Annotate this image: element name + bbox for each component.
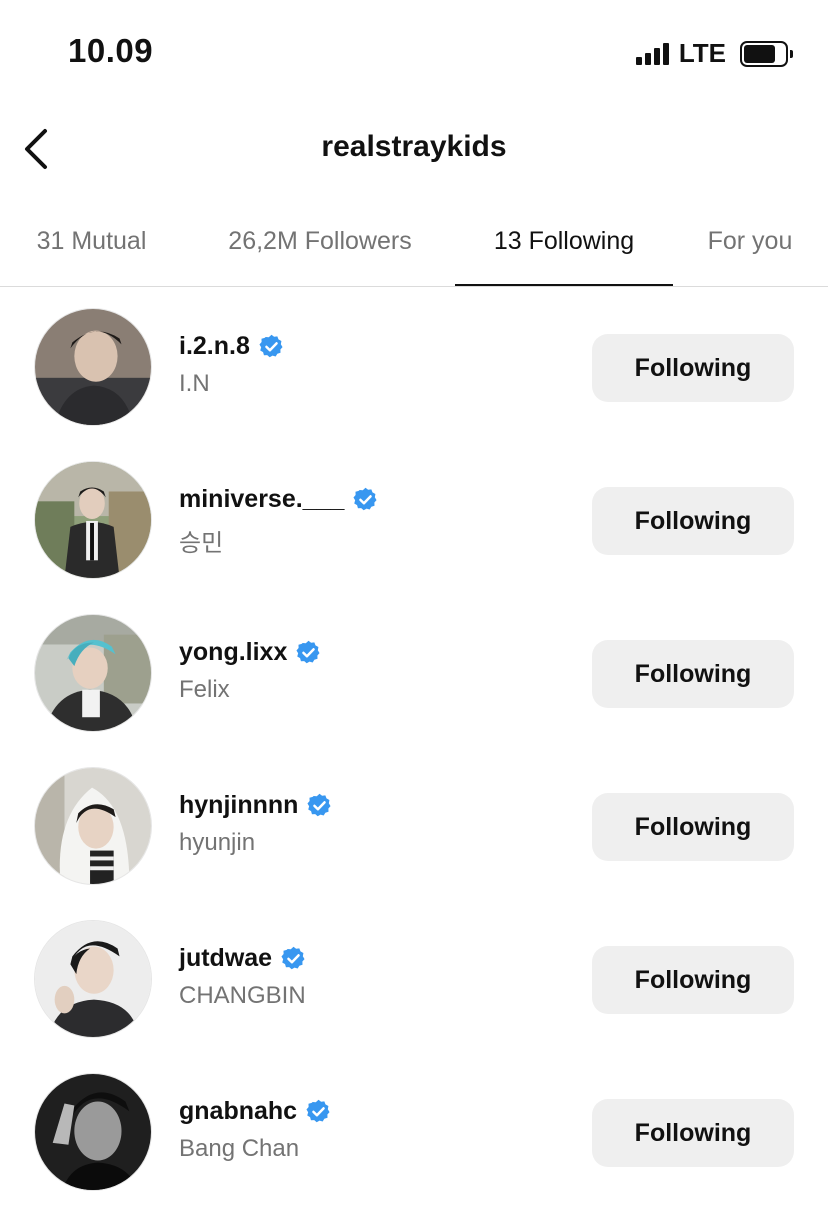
status-time: 10.09 bbox=[68, 32, 154, 69]
following-button[interactable]: Following bbox=[592, 1099, 794, 1167]
avatar-photo bbox=[35, 462, 151, 578]
username[interactable]: i.2.n.8 bbox=[179, 332, 250, 361]
list-item[interactable]: hynjinnnn hyunjin Following bbox=[0, 749, 828, 902]
full-name: Felix bbox=[179, 676, 230, 703]
full-name: I.N bbox=[179, 370, 210, 397]
username-line: gnabnahc bbox=[179, 1097, 332, 1126]
avatar-photo bbox=[35, 309, 151, 425]
list-item[interactable]: miniverse.___ 승민 Following bbox=[0, 443, 828, 596]
tab-followers[interactable]: 26,2M Followers bbox=[196, 210, 444, 286]
verified-badge-icon bbox=[353, 487, 377, 511]
signal-icon bbox=[635, 42, 669, 65]
username-line: yong.lixx bbox=[179, 638, 322, 667]
list-item[interactable]: jutdwae CHANGBIN Following bbox=[0, 902, 828, 1055]
username[interactable]: miniverse.___ bbox=[179, 485, 344, 514]
full-name: CHANGBIN bbox=[179, 982, 306, 1009]
full-name: 승민 bbox=[179, 530, 224, 557]
verified-badge-icon bbox=[306, 1099, 330, 1123]
username[interactable]: gnabnahc bbox=[179, 1097, 297, 1126]
list-item[interactable]: gnabnahc Bang Chan Following bbox=[0, 1055, 828, 1208]
avatar[interactable] bbox=[34, 614, 152, 732]
list-item[interactable]: i.2.n.8 I.N Following bbox=[0, 290, 828, 443]
tab-label: 13 Following bbox=[493, 227, 635, 255]
username[interactable]: yong.lixx bbox=[179, 638, 287, 667]
active-tab-indicator bbox=[455, 284, 673, 286]
username[interactable]: hynjinnnn bbox=[179, 791, 298, 820]
page-title: realstraykids bbox=[321, 130, 507, 163]
list-item[interactable]: yong.lixx Felix Following bbox=[0, 596, 828, 749]
avatar[interactable] bbox=[34, 461, 152, 579]
verified-badge-icon bbox=[281, 946, 305, 970]
tab-label: For you bbox=[707, 227, 793, 255]
tab-label: 31 Mutual bbox=[36, 227, 147, 255]
avatar-photo bbox=[35, 1074, 151, 1190]
username[interactable]: jutdwae bbox=[179, 944, 272, 973]
tab-mutual[interactable]: 31 Mutual bbox=[0, 210, 183, 286]
avatar-photo bbox=[35, 615, 151, 731]
tab-label: 26,2M Followers bbox=[228, 227, 412, 255]
status-indicators: LTE bbox=[635, 38, 793, 69]
verified-badge-icon bbox=[296, 640, 320, 664]
tab-bar: 31 Mutual 26,2M Followers 13 Following F… bbox=[0, 210, 828, 287]
battery-icon bbox=[740, 40, 793, 67]
verified-badge-icon bbox=[307, 793, 331, 817]
username-line: jutdwae bbox=[179, 944, 307, 973]
header: realstraykids bbox=[0, 108, 828, 192]
avatar[interactable] bbox=[34, 767, 152, 885]
username-line: i.2.n.8 bbox=[179, 332, 285, 361]
verified-badge-icon bbox=[259, 334, 283, 358]
following-button[interactable]: Following bbox=[592, 946, 794, 1014]
following-button[interactable]: Following bbox=[592, 640, 794, 708]
tab-following[interactable]: 13 Following bbox=[455, 210, 673, 286]
username-line: miniverse.___ bbox=[179, 485, 379, 514]
full-name: hyunjin bbox=[179, 829, 256, 856]
following-button[interactable]: Following bbox=[592, 793, 794, 861]
username-line: hynjinnnn bbox=[179, 791, 333, 820]
avatar-photo bbox=[35, 768, 151, 884]
following-button[interactable]: Following bbox=[592, 334, 794, 402]
avatar-photo bbox=[35, 921, 151, 1037]
avatar[interactable] bbox=[34, 1073, 152, 1191]
following-button[interactable]: Following bbox=[592, 487, 794, 555]
full-name: Bang Chan bbox=[179, 1135, 300, 1162]
network-label: LTE bbox=[678, 38, 726, 68]
status-bar: 10.09 LTE bbox=[0, 0, 828, 100]
avatar[interactable] bbox=[34, 308, 152, 426]
avatar[interactable] bbox=[34, 920, 152, 1038]
tab-for-you[interactable]: For you bbox=[686, 210, 814, 286]
